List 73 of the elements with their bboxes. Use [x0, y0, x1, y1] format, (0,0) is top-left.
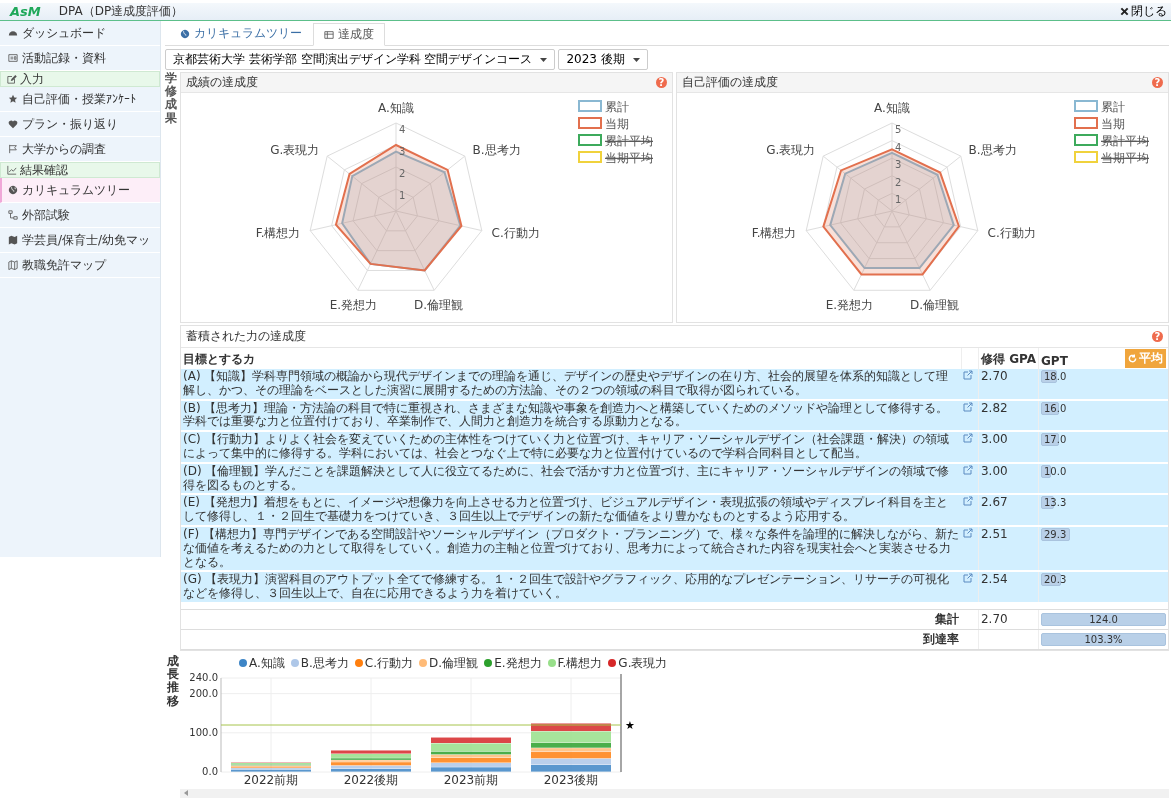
legend-label: 累計: [1101, 100, 1125, 114]
axis-label: C.行動力: [491, 225, 540, 240]
axis-label: G.表現力: [270, 142, 320, 157]
gpt-value: 13.3: [1044, 496, 1067, 510]
gpt-value: 103.3%: [1084, 632, 1123, 646]
tick-label: 2: [895, 176, 902, 188]
section-label: 入力: [20, 70, 44, 88]
tick-label: 1: [399, 190, 406, 201]
tick-label: 200.0: [189, 687, 218, 699]
axis-label: C.行動力: [987, 225, 1036, 240]
panel-title: 自己評価の達成度: [682, 74, 778, 91]
gpa-cell: 2.51: [978, 525, 1039, 572]
goal-cell: (A) 【知識】学科専門領域の概論から現代デザインまでの理論を通じ、デザインの歴史やデザインの在り方、社会的展望を体系的知識として理解し、かつ、その理論をベースとした演習に展開するための方法論、その２つの領域の科目で取得が図られている。: [181, 369, 962, 400]
gpt-value: 16.0: [1044, 401, 1067, 415]
summary-label: 到達率: [181, 629, 962, 650]
gpa-cell: 2.70: [978, 369, 1039, 400]
goal-cell: (F) 【構想力】専門デザインである空間設計やソーシャルデザイン（プロダクト・プランニング）で、様々な条件を論理的に解決しながら、新たな価値を考えるための力として取得をしていく。創造力の主軸と位置づけており、思考力によって統合された内容を現実社会へと実装させる力となる。: [181, 525, 962, 572]
goal-cell: (B) 【思考力】理論・方法論の科目で特に重視され、さまざまな知識や事象を創造力へと構築していくためのメソッドや論理として修得する。学科では重要な力と位置付けており、卒業制作で、人間力と創造力を統合する原動力となる。: [181, 399, 962, 432]
app-title: DPA（DP達成度評価）: [58, 3, 184, 20]
axis-label: E.発想力: [825, 298, 874, 313]
gpt-value: 10.0: [1044, 464, 1067, 478]
axis-label: B.思考力: [472, 142, 521, 157]
gpt-value: 29.3: [1044, 527, 1067, 541]
gpa-cell: 3.00: [978, 431, 1039, 463]
tick-label: 4: [399, 124, 406, 135]
gpt-value: 17.0: [1044, 433, 1067, 447]
tick-label: 1: [895, 194, 902, 206]
axis-label: B.思考力: [968, 142, 1017, 157]
gpt-value: 18.0: [1044, 370, 1067, 383]
axis-label: F.構想力: [255, 225, 301, 240]
panel-title: 蓄積された力の達成度: [186, 328, 306, 345]
category-label: 2023前期: [443, 772, 499, 786]
gpa-cell: 3.00: [978, 462, 1039, 495]
tick-label: 5: [895, 124, 902, 135]
axis-title: 成長推移: [167, 654, 179, 710]
axis-label: E.発想力: [329, 298, 378, 313]
tick-label: 240.0: [189, 671, 218, 683]
category-label: 2022前期: [243, 772, 299, 786]
category-label: 2023後期: [543, 772, 599, 786]
category-label: 2022後期: [343, 772, 399, 786]
tick-label: 3: [895, 159, 902, 171]
legend-label: 累計: [605, 100, 629, 114]
tick-label: 100.0: [189, 726, 218, 738]
section-label: 結果確認: [20, 161, 68, 179]
app-logo: AsM: [10, 4, 41, 19]
axis-label: D.倫理観: [414, 298, 464, 313]
axis-label: G.表現力: [766, 142, 816, 157]
gpa-cell: 2.54: [978, 571, 1039, 603]
target-marker: ★: [625, 718, 635, 732]
column-header: GPT: [1041, 354, 1068, 368]
axis-label: A.知識: [874, 101, 910, 115]
goal-cell: (G) 【表現力】演習科目のアウトプット全てで修練する。１・２回生で設計やグラフィック、応用的なプレゼンテーション、リサーチの可視化などを修得し、３回生以上で、自在に応用できるよう力を着けていく。: [181, 571, 962, 603]
gpt-value: 20.3: [1044, 573, 1067, 587]
legend-label: 当期: [1101, 117, 1125, 131]
goal-cell: (D) 【倫理観】学んだことを課題解決として人に役立てるために、社会で活かす力と位置づけ、主にキャリア・ソーシャルデザインの領域で修得を図るものとする。: [181, 462, 962, 495]
goal-cell: (C) 【行動力】よりよく社会を変えていくための主体性をつけていく力と位置づけ、キャリア・ソーシャルデザイン（社会課題・解決）の領域によって集中的に修得する。学科においては、社会とつなぐ上で特に必要な力と位置付けているので学科合同科目として配当。: [181, 431, 962, 463]
axis-label: D.倫理観: [910, 298, 960, 313]
goal-cell: (E) 【発想力】着想をもとに、イメージや想像力を向上させる力と位置づけ、ビジュアルデザイン・表現拡張の領域やディスプレイ科目を主として修得し、１・２回生で基礎力をつけていき、３回生以上でデザインの新たな価値をより豊かなものとするよう応用する。: [181, 494, 962, 526]
legend-label: 当期: [605, 117, 629, 131]
tick-label: 2: [399, 168, 406, 179]
gpa-cell: 2.70: [978, 609, 1039, 630]
summary-label: 集計: [181, 609, 962, 630]
tick-label: 0.0: [202, 765, 218, 777]
gpa-cell: 2.67: [978, 494, 1039, 526]
column-header: 目標とするカ: [181, 348, 962, 369]
gpa-cell: 2.82: [978, 399, 1039, 432]
gpt-value: 124.0: [1089, 612, 1118, 626]
axis-label: F.構想力: [751, 225, 797, 240]
axis-label: A.知識: [378, 101, 414, 115]
section-label: 学修成果: [165, 72, 177, 127]
tick-label: 3: [399, 146, 406, 157]
tick-label: 4: [895, 141, 902, 153]
panel-title: 成績の達成度: [186, 74, 258, 91]
